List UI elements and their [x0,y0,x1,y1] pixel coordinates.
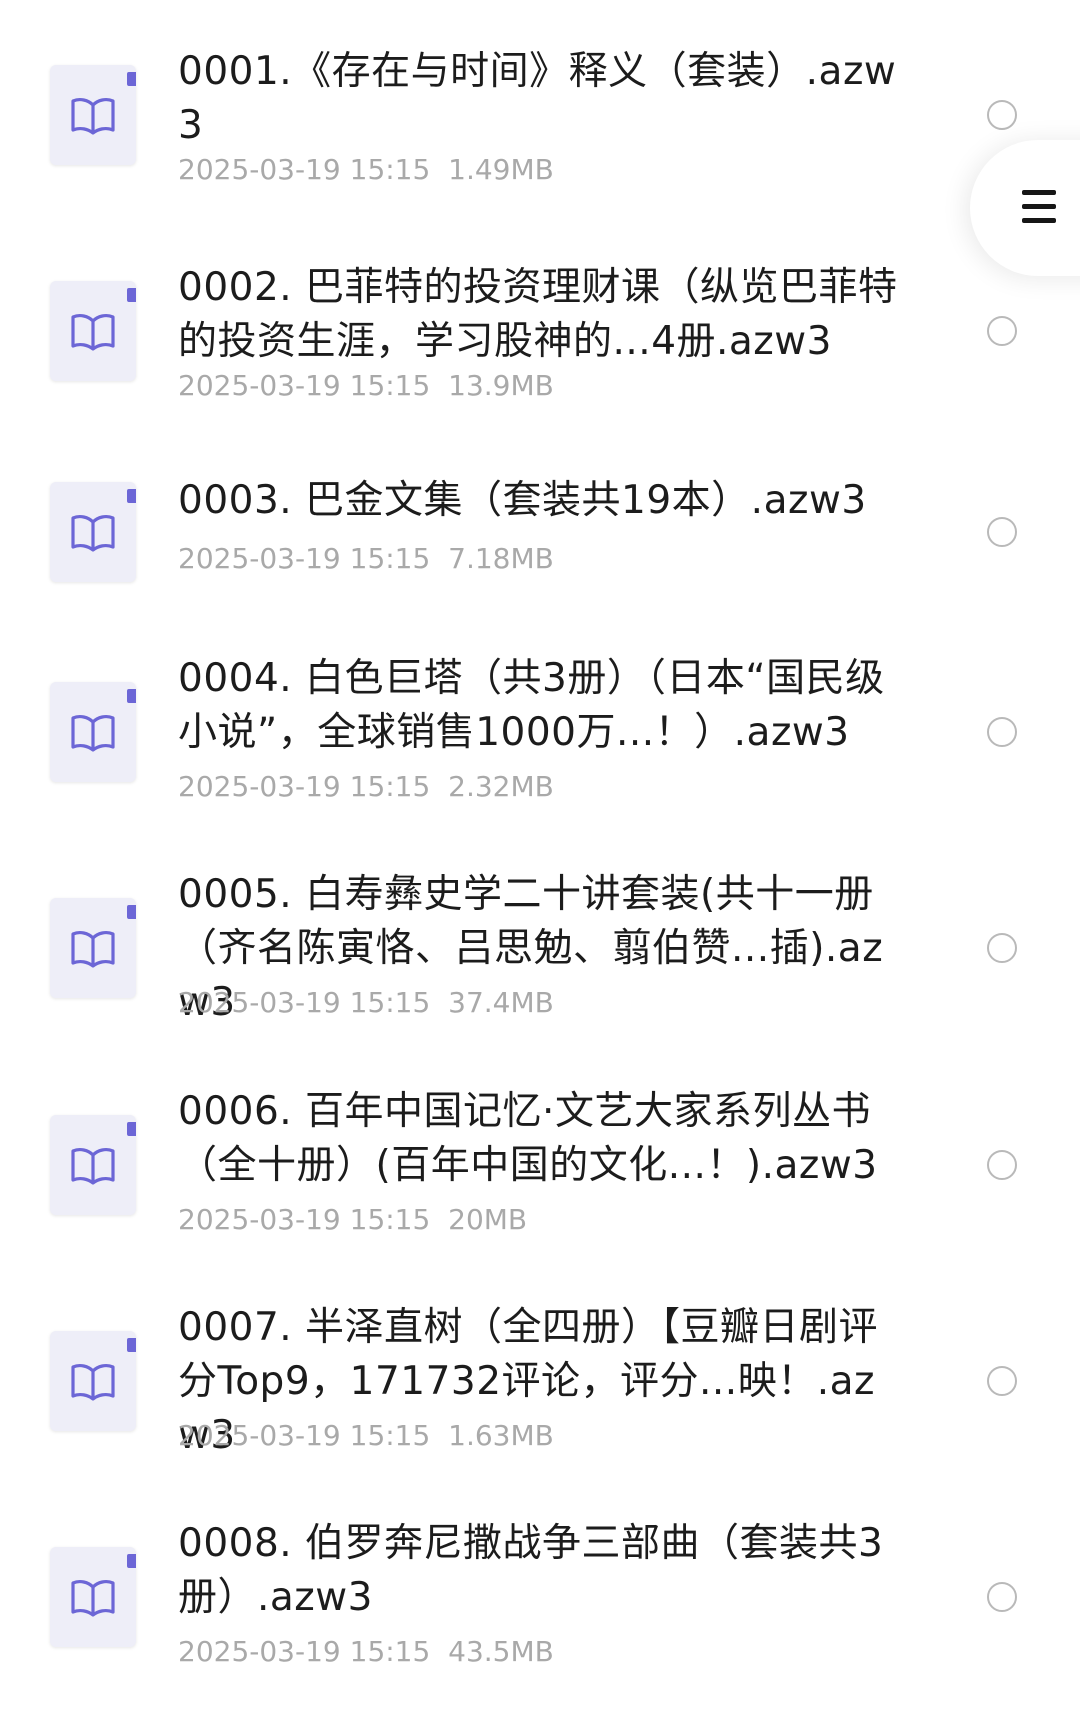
file-size: 37.4MB [448,986,554,1019]
file-corner-tag [127,288,136,302]
open-book-glyph [71,715,115,752]
select-radio[interactable] [987,717,1017,747]
file-size: 20MB [448,1203,528,1236]
book-icon [50,898,136,998]
file-row[interactable]: 0001.《存在与时间》释义（套装）.azw3 2025-03-19 15:15… [0,0,1080,216]
file-meta: 2025-03-19 15:15 43.5MB [178,1635,554,1669]
file-meta: 2025-03-19 15:15 1.63MB [178,1419,554,1453]
file-size: 1.63MB [448,1419,554,1452]
book-icon [50,482,136,582]
select-radio[interactable] [987,1582,1017,1612]
file-list: 0001.《存在与时间》释义（套装）.azw3 2025-03-19 15:15… [0,0,1080,1704]
file-row[interactable]: 0005. 白寿彝史学二十讲套装(共十一册（齐名陈寅恪、吕思勉、翦伯赞...插)… [0,864,1080,1080]
file-corner-tag [127,689,136,703]
file-meta: 2025-03-19 15:15 7.18MB [178,542,554,576]
file-row[interactable]: 0002. 巴菲特的投资理财课（纵览巴菲特的投资生涯，学习股神的...4册.az… [0,216,1080,432]
book-icon [50,1115,136,1215]
file-corner-tag [127,905,136,919]
file-name: 0003. 巴金文集（套装共19本）.azw3 [178,478,867,523]
file-corner-tag [127,72,136,86]
book-icon [50,1547,136,1647]
file-meta: 2025-03-19 15:15 2.32MB [178,770,554,804]
file-meta: 2025-03-19 15:15 1.49MB [178,153,554,187]
file-row[interactable]: 0007. 半泽直树（全四册）【豆瓣日剧评分Top9，171732评论，评分..… [0,1296,1080,1512]
hamburger-menu-icon [1022,190,1056,224]
select-radio[interactable] [987,517,1017,547]
select-radio[interactable] [987,316,1017,346]
file-size: 43.5MB [448,1635,554,1668]
book-icon [50,1331,136,1431]
file-corner-tag [127,1122,136,1136]
open-book-glyph [71,1148,115,1185]
file-date: 2025-03-19 15:15 [178,542,431,575]
book-icon [50,65,136,165]
file-name: 0002. 巴菲特的投资理财课（纵览巴菲特的投资生涯，学习股神的...4册.az… [178,265,898,364]
select-radio[interactable] [987,1366,1017,1396]
file-row[interactable]: 0008. 伯罗奔尼撒战争三部曲（套装共3册）.azw3 2025-03-19 … [0,1512,1080,1728]
file-size: 13.9MB [448,369,554,402]
file-date: 2025-03-19 15:15 [178,369,431,402]
file-size: 2.32MB [448,770,554,803]
select-radio[interactable] [987,933,1017,963]
file-corner-tag [127,1554,136,1568]
select-radio[interactable] [987,1150,1017,1180]
file-date: 2025-03-19 15:15 [178,770,431,803]
file-meta: 2025-03-19 15:15 37.4MB [178,986,554,1020]
open-book-glyph [71,98,115,135]
file-date: 2025-03-19 15:15 [178,1203,431,1236]
file-size: 7.18MB [448,542,554,575]
open-book-glyph [71,314,115,351]
file-row[interactable]: 0006. 百年中国记忆·文艺大家系列丛书（全十册）(百年中国的文化...！).… [0,1080,1080,1296]
file-row[interactable]: 0003. 巴金文集（套装共19本）.azw3 2025-03-19 15:15… [0,432,1080,648]
file-corner-tag [127,1338,136,1352]
file-name: 0001.《存在与时间》释义（套装）.azw3 [178,49,897,148]
file-meta: 2025-03-19 15:15 13.9MB [178,369,554,403]
file-name: 0004. 白色巨塔（共3册）（日本“国民级小说”，全球销售1000万...！）… [178,656,885,755]
file-date: 2025-03-19 15:15 [178,1419,431,1452]
file-date: 2025-03-19 15:15 [178,986,431,1019]
open-book-glyph [71,1364,115,1401]
open-book-glyph [71,931,115,968]
select-radio[interactable] [987,100,1017,130]
open-book-glyph [71,515,115,552]
book-icon [50,682,136,782]
file-corner-tag [127,489,136,503]
file-name: 0006. 百年中国记忆·文艺大家系列丛书（全十册）(百年中国的文化...！).… [178,1089,878,1188]
file-date: 2025-03-19 15:15 [178,153,431,186]
file-date: 2025-03-19 15:15 [178,1635,431,1668]
file-name: 0008. 伯罗奔尼撒战争三部曲（套装共3册）.azw3 [178,1521,884,1620]
open-book-glyph [71,1580,115,1617]
file-row[interactable]: 0004. 白色巨塔（共3册）（日本“国民级小说”，全球销售1000万...！）… [0,648,1080,864]
file-size: 1.49MB [448,153,554,186]
book-icon [50,281,136,381]
file-meta: 2025-03-19 15:15 20MB [178,1203,527,1237]
